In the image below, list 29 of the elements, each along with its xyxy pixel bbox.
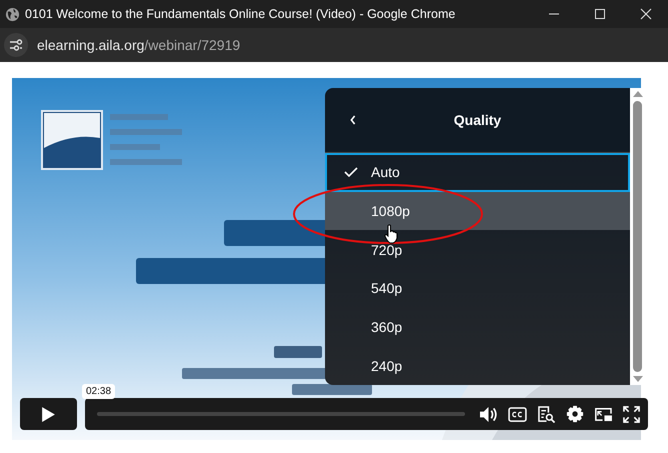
time-tooltip: 02:38 xyxy=(82,384,116,399)
site-settings-icon[interactable] xyxy=(4,33,28,57)
scrollbar[interactable] xyxy=(630,88,645,385)
quality-option[interactable]: 720p xyxy=(325,230,630,270)
progress-track[interactable] xyxy=(97,412,465,416)
maximize-icon[interactable] xyxy=(594,8,606,20)
check-icon xyxy=(344,167,358,178)
play-button[interactable] xyxy=(20,398,77,430)
scroll-up-icon[interactable] xyxy=(632,91,642,97)
quality-option[interactable]: 360p xyxy=(325,308,630,346)
quality-option[interactable]: 240p xyxy=(325,346,630,386)
quality-option[interactable]: 1080p xyxy=(325,192,630,230)
volume-icon[interactable] xyxy=(479,406,498,422)
quality-option[interactable]: 540p xyxy=(325,269,630,308)
scroll-down-icon[interactable] xyxy=(632,376,642,382)
picture-in-picture-icon[interactable] xyxy=(594,406,613,422)
quality-option[interactable]: Auto xyxy=(325,153,630,192)
close-icon[interactable] xyxy=(640,8,652,20)
captions-icon[interactable] xyxy=(508,406,527,422)
back-icon[interactable] xyxy=(349,114,357,126)
globe-icon xyxy=(5,6,20,22)
menu-title: Quality xyxy=(454,112,502,128)
address-field[interactable]: elearning.aila.org/webinar/72919 xyxy=(37,37,240,53)
settings-icon[interactable] xyxy=(566,405,584,423)
hand-cursor-icon xyxy=(384,224,398,244)
fullscreen-icon[interactable] xyxy=(623,406,640,422)
play-icon xyxy=(41,406,56,422)
window-title: 0101 Welcome to the Fundamentals Online Course! (Video) - Google Chrome xyxy=(25,7,456,21)
transcript-search-icon[interactable] xyxy=(537,406,556,422)
